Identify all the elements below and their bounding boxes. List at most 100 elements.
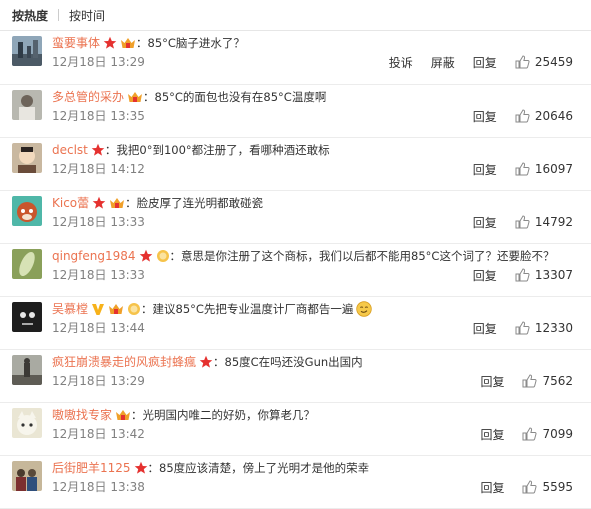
block-button[interactable]: 屏蔽 xyxy=(431,54,455,71)
avatar[interactable] xyxy=(12,249,42,279)
like-button[interactable]: 16097 xyxy=(515,162,573,176)
member-crown-badge-icon[interactable] xyxy=(120,36,136,50)
member-crown-badge-icon[interactable] xyxy=(109,196,125,210)
reply-button[interactable]: 回复 xyxy=(480,426,504,443)
like-button[interactable]: 20646 xyxy=(515,109,573,123)
comment-text: ：脸皮厚了连光明都敢碰瓷 xyxy=(125,196,264,210)
tab-divider xyxy=(58,9,60,21)
thumbs-up-icon xyxy=(515,268,535,282)
like-button[interactable]: 7099 xyxy=(522,427,573,441)
comment-actions: 回复 16097 xyxy=(455,161,573,177)
comment-text: ：建议85°C先把专业温度计厂商都告一遍 xyxy=(141,302,354,316)
avatar[interactable] xyxy=(12,302,42,332)
comment-item: 多总管的采办 ：85°C的面包也没有在85°C温度啊 12月18日 13:35 回复 2… xyxy=(0,85,591,138)
like-button[interactable]: 14792 xyxy=(515,215,573,229)
comment-item: 后街肥羊1125 ：85度应该清楚，傍上了光明才是他的荣幸 12月18日 13:38… xyxy=(0,456,591,509)
thumbs-up-icon xyxy=(515,162,535,176)
star-badge-icon[interactable] xyxy=(134,461,148,475)
avatar[interactable] xyxy=(12,90,42,120)
comment-actions: 回复 20646 xyxy=(455,108,573,124)
comment-actions: 回复 13307 xyxy=(455,267,573,283)
avatar[interactable] xyxy=(12,461,42,491)
comment-item: 疯狂崩溃暴走的风疯封蜂瘋 ：85度C在吗还没Gun出国内 12月18日 13:29 回… xyxy=(0,350,591,403)
like-count: 7099 xyxy=(542,427,573,441)
comment-text: ：85°C的面包也没有在85°C温度啊 xyxy=(143,90,327,104)
medal-badge-icon[interactable] xyxy=(156,249,170,263)
comment-line: 多总管的采办 ：85°C的面包也没有在85°C温度啊 xyxy=(52,88,326,106)
username-link[interactable]: declst xyxy=(52,141,88,159)
star-badge-icon[interactable] xyxy=(139,249,153,263)
like-button[interactable]: 13307 xyxy=(515,268,573,282)
reply-button[interactable]: 回复 xyxy=(473,108,497,125)
like-count: 12330 xyxy=(534,321,573,335)
report-button[interactable]: 投诉 xyxy=(389,54,413,71)
comment-actions: 回复 5595 xyxy=(462,479,573,495)
timestamp: 12月18日 13:38 xyxy=(52,480,145,494)
comment-line: 嗷嗷找专家 ：光明国内唯二的好奶，你算老几？ xyxy=(52,406,315,424)
star-badge-icon[interactable] xyxy=(103,36,117,50)
tab-hot[interactable]: 按热度 xyxy=(12,7,48,24)
member-crown-badge-icon[interactable] xyxy=(108,302,124,316)
sort-tabs: 按热度 按时间 xyxy=(0,0,591,31)
star-badge-icon[interactable] xyxy=(91,143,105,157)
timestamp: 12月18日 13:33 xyxy=(52,215,145,229)
comment-actions: 回复 7099 xyxy=(462,426,573,442)
comment-text: ：光明国内唯二的好奶，你算老几？ xyxy=(131,408,316,422)
username-link[interactable]: 吴慕樘 xyxy=(52,300,88,318)
tab-time[interactable]: 按时间 xyxy=(69,7,105,24)
avatar[interactable] xyxy=(12,196,42,226)
like-button[interactable]: 5595 xyxy=(522,480,573,494)
like-button[interactable]: 12330 xyxy=(515,321,573,335)
reply-button[interactable]: 回复 xyxy=(473,214,497,231)
star-badge-icon[interactable] xyxy=(92,196,106,210)
thumbs-up-icon xyxy=(515,321,535,335)
member-crown-badge-icon[interactable] xyxy=(127,90,143,104)
like-count: 14792 xyxy=(534,215,573,229)
comment-text: ：85度应该清楚，傍上了光明才是他的荣幸 xyxy=(147,461,370,475)
username-link[interactable]: 蛮要事体 xyxy=(52,34,100,52)
timestamp: 12月18日 13:35 xyxy=(52,109,145,123)
smirk-emoji-icon xyxy=(356,301,373,317)
username-link[interactable]: 嗷嗷找专家 xyxy=(52,406,112,424)
comment-text: ：85度C在吗还没Gun出国内 xyxy=(213,355,363,369)
reply-button[interactable]: 回复 xyxy=(480,373,504,390)
username-link[interactable]: qingfeng1984 xyxy=(52,247,136,265)
vip-v-badge-icon[interactable] xyxy=(91,302,105,316)
comment-item: 吴慕樘 ：建议85°C先把专业温度计厂商都告一遍 12月18日 13:44 回复 123… xyxy=(0,297,591,350)
comment-actions: 回复 12330 xyxy=(455,320,573,336)
username-link[interactable]: 疯狂崩溃暴走的风疯封蜂瘋 xyxy=(52,353,196,371)
comment-line: Kico蕾 ：脸皮厚了连光明都敢碰瓷 xyxy=(52,194,263,212)
avatar[interactable] xyxy=(12,355,42,385)
like-count: 7562 xyxy=(542,374,573,388)
comment-line: declst ：我把0°到100°都注册了，看哪种酒还敢标 xyxy=(52,141,330,159)
reply-button[interactable]: 回复 xyxy=(480,479,504,496)
comment-actions: 投诉 屏蔽 回复 25459 xyxy=(371,54,573,70)
username-link[interactable]: 后街肥羊1125 xyxy=(52,459,131,477)
username-link[interactable]: 多总管的采办 xyxy=(52,88,124,106)
medal-badge-icon[interactable] xyxy=(127,302,141,316)
like-count: 25459 xyxy=(534,55,573,69)
username-link[interactable]: Kico蕾 xyxy=(52,194,89,212)
like-count: 16097 xyxy=(534,162,573,176)
avatar[interactable] xyxy=(12,36,42,66)
comment-actions: 回复 14792 xyxy=(455,214,573,230)
comment-text: ：我把0°到100°都注册了，看哪种酒还敢标 xyxy=(104,143,330,157)
star-badge-icon[interactable] xyxy=(199,355,213,369)
thumbs-up-icon xyxy=(515,55,535,69)
reply-button[interactable]: 回复 xyxy=(473,54,497,71)
reply-button[interactable]: 回复 xyxy=(473,161,497,178)
thumbs-up-icon xyxy=(515,215,535,229)
reply-button[interactable]: 回复 xyxy=(473,320,497,337)
like-button[interactable]: 7562 xyxy=(522,374,573,388)
timestamp: 12月18日 14:12 xyxy=(52,162,145,176)
timestamp: 12月18日 13:29 xyxy=(52,55,145,69)
reply-button[interactable]: 回复 xyxy=(473,267,497,284)
timestamp: 12月18日 13:44 xyxy=(52,321,145,335)
avatar[interactable] xyxy=(12,143,42,173)
like-button[interactable]: 25459 xyxy=(515,55,573,69)
avatar[interactable] xyxy=(12,408,42,438)
member-crown-badge-icon[interactable] xyxy=(115,408,131,422)
comment-item: Kico蕾 ：脸皮厚了连光明都敢碰瓷 12月18日 13:33 回复 14792 xyxy=(0,191,591,244)
timestamp: 12月18日 13:42 xyxy=(52,427,145,441)
comment-line: qingfeng1984 ：意思是你注册了这个商标，我们以后都不能用85°C这个词… xyxy=(52,247,554,265)
